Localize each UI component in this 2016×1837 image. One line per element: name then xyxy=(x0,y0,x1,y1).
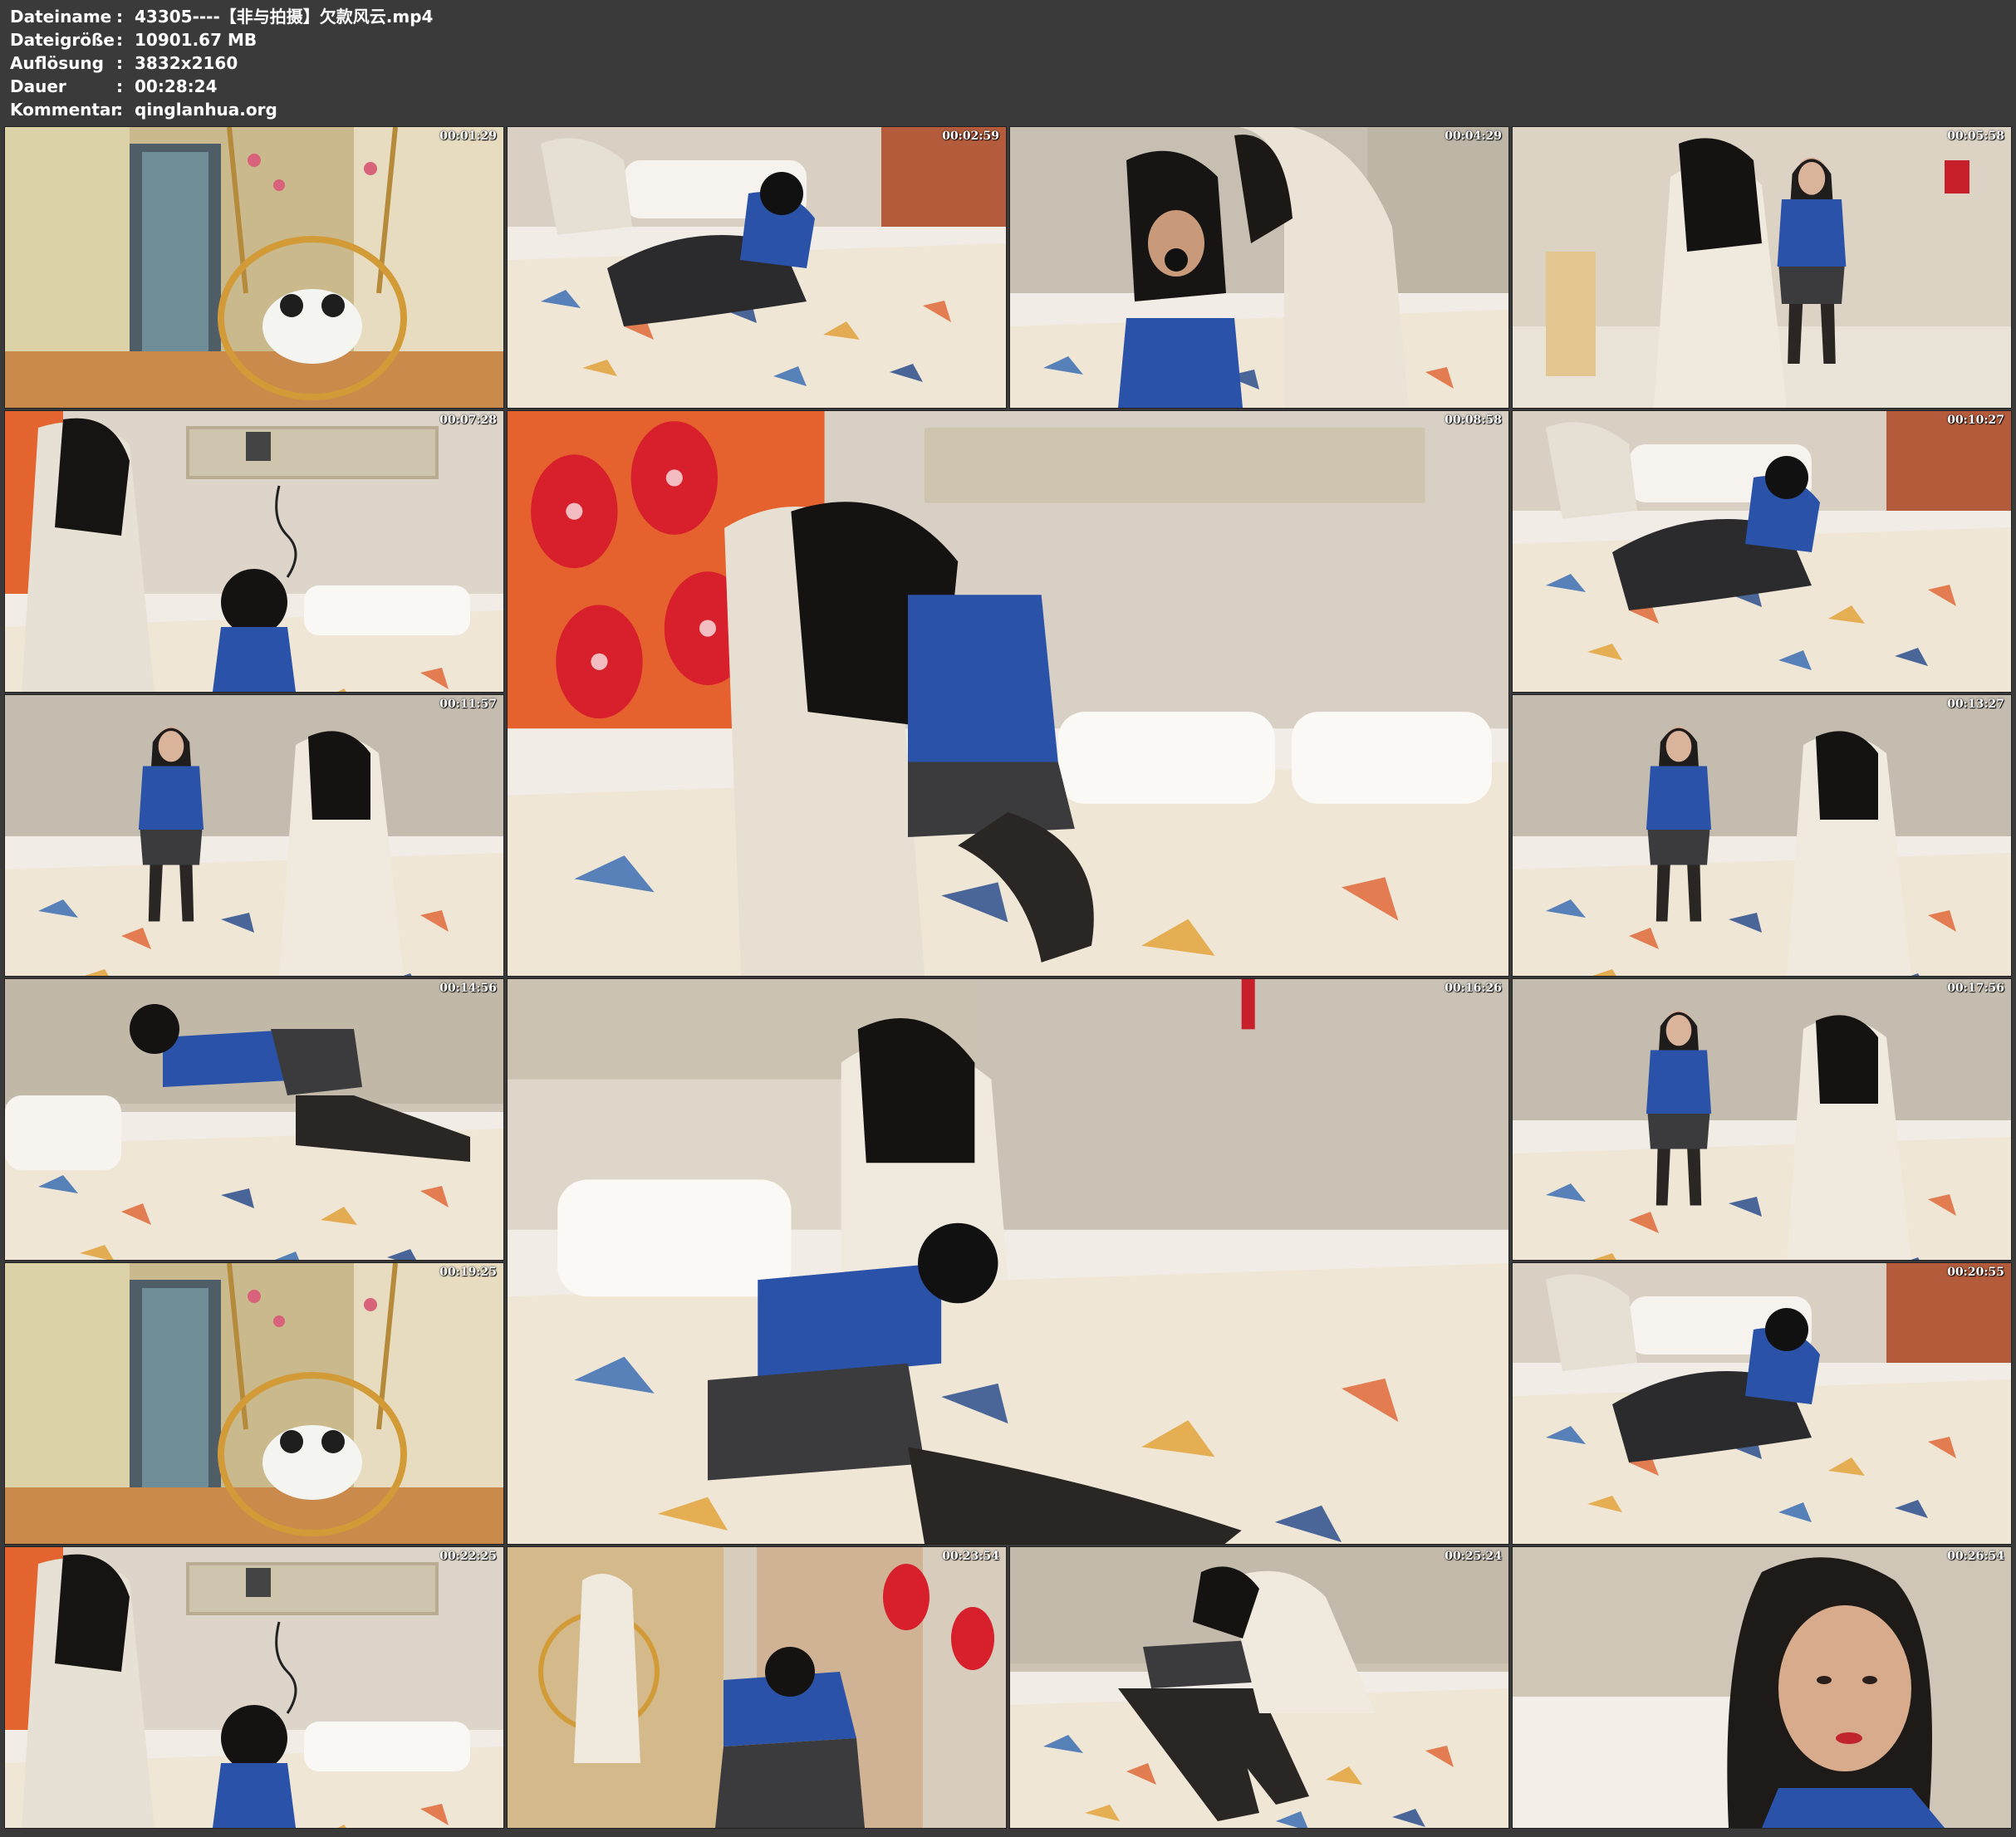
info-separator: : xyxy=(116,76,123,96)
video-thumbnail: 00:13:27 xyxy=(1512,694,2012,977)
thumbnail-timestamp: 00:25:24 xyxy=(1445,1550,1502,1563)
thumbnail-scene-image xyxy=(508,979,1508,1544)
info-separator: : xyxy=(116,100,123,120)
info-value: 00:28:24 xyxy=(135,76,218,96)
info-label: Dauer xyxy=(10,76,66,96)
thumbnail-timestamp: 00:17:56 xyxy=(1947,982,2004,995)
thumbnail-scene-image xyxy=(1513,695,2011,976)
info-row-resolution: Auflösung:3832x2160 xyxy=(10,51,433,75)
thumbnail-timestamp: 00:07:28 xyxy=(439,414,497,427)
info-value: 10901.67 MB xyxy=(135,30,258,50)
thumbnail-scene-image xyxy=(5,127,503,408)
thumbnail-scene-image xyxy=(1010,127,1508,408)
thumbnail-scene-image xyxy=(508,127,1006,408)
thumbnail-scene-image xyxy=(1513,1547,2011,1828)
video-thumbnail: 00:26:54 xyxy=(1512,1546,2012,1829)
video-thumbnail: 00:22:25 xyxy=(4,1546,504,1829)
video-thumbnail: 00:02:59 xyxy=(507,126,1007,409)
video-thumbnail: 00:05:58 xyxy=(1512,126,2012,409)
info-label: Dateigröße xyxy=(10,30,115,50)
thumbnail-timestamp: 00:04:29 xyxy=(1445,130,1502,143)
thumbnail-timestamp: 00:01:29 xyxy=(439,130,497,143)
info-row-duration: Dauer:00:28:24 xyxy=(10,75,433,98)
thumbnail-timestamp: 00:11:57 xyxy=(439,698,497,711)
thumbnail-timestamp: 00:14:56 xyxy=(439,982,497,995)
thumbnail-scene-image xyxy=(508,1547,1006,1828)
thumbnail-scene-image xyxy=(1513,127,2011,408)
video-thumbnail: 00:11:57 xyxy=(4,694,504,977)
info-row-filename: Dateiname:43305----【非与拍摄】欠款风云.mp4 xyxy=(10,5,433,28)
thumbnail-timestamp: 00:20:55 xyxy=(1947,1266,2004,1279)
thumbnail-scene-image xyxy=(5,1547,503,1828)
video-thumbnail: 00:14:56 xyxy=(4,978,504,1261)
thumbnail-timestamp: 00:19:25 xyxy=(439,1266,497,1279)
thumbnail-timestamp: 00:08:58 xyxy=(1445,414,1502,427)
video-thumbnail: 00:16:26 xyxy=(507,978,1509,1545)
thumbnail-scene-image xyxy=(1513,1263,2011,1544)
video-thumbnail: 00:25:24 xyxy=(1009,1546,1509,1829)
info-row-comment: Kommentar: qinglanhua.org xyxy=(10,98,433,121)
info-separator: : xyxy=(116,7,123,27)
thumbnail-scene-image xyxy=(1513,411,2011,692)
info-value: 43305----【非与拍摄】欠款风云.mp4 xyxy=(135,7,434,27)
thumbnail-timestamp: 00:02:59 xyxy=(942,130,999,143)
thumbnail-scene-image xyxy=(5,979,503,1260)
thumbnail-timestamp: 00:10:27 xyxy=(1947,414,2004,427)
thumbnail-scene-image xyxy=(508,411,1508,976)
thumbnail-scene-image xyxy=(5,695,503,976)
info-row-filesize: Dateigröße:10901.67 MB xyxy=(10,28,433,51)
info-separator: : xyxy=(116,30,123,50)
thumbnail-scene-image xyxy=(1010,1547,1508,1828)
video-thumbnail: 00:01:29 xyxy=(4,126,504,409)
info-label: Dateiname xyxy=(10,7,112,27)
thumbnail-timestamp: 00:05:58 xyxy=(1947,130,2004,143)
thumbnail-timestamp: 00:23:54 xyxy=(942,1550,999,1563)
video-thumbnail: 00:23:54 xyxy=(507,1546,1007,1829)
video-thumbnail: 00:19:25 xyxy=(4,1262,504,1545)
file-info-header: Dateiname:43305----【非与拍摄】欠款风云.mp4 Dateig… xyxy=(10,5,433,121)
video-thumbnail: 00:08:58 xyxy=(507,410,1509,977)
thumbnail-scene-image xyxy=(5,411,503,692)
video-thumbnail: 00:20:55 xyxy=(1512,1262,2012,1545)
info-label: Kommentar xyxy=(10,100,120,120)
video-thumbnail: 00:04:29 xyxy=(1009,126,1509,409)
video-thumbnail: 00:07:28 xyxy=(4,410,504,693)
thumbnail-grid: 00:01:29 00:02:59 00:04:29 00:05:58 00:0… xyxy=(4,126,2012,1832)
info-value: qinglanhua.org xyxy=(135,100,277,120)
video-thumbnail: 00:10:27 xyxy=(1512,410,2012,693)
thumbnail-scene-image xyxy=(5,1263,503,1544)
thumbnail-timestamp: 00:22:25 xyxy=(439,1550,497,1563)
info-label: Auflösung xyxy=(10,53,104,73)
thumbnail-timestamp: 00:26:54 xyxy=(1947,1550,2004,1563)
info-separator: : xyxy=(116,53,123,73)
thumbnail-timestamp: 00:16:26 xyxy=(1445,982,1502,995)
info-value: 3832x2160 xyxy=(135,53,238,73)
thumbnail-scene-image xyxy=(1513,979,2011,1260)
thumbnail-timestamp: 00:13:27 xyxy=(1947,698,2004,711)
video-thumbnail: 00:17:56 xyxy=(1512,978,2012,1261)
